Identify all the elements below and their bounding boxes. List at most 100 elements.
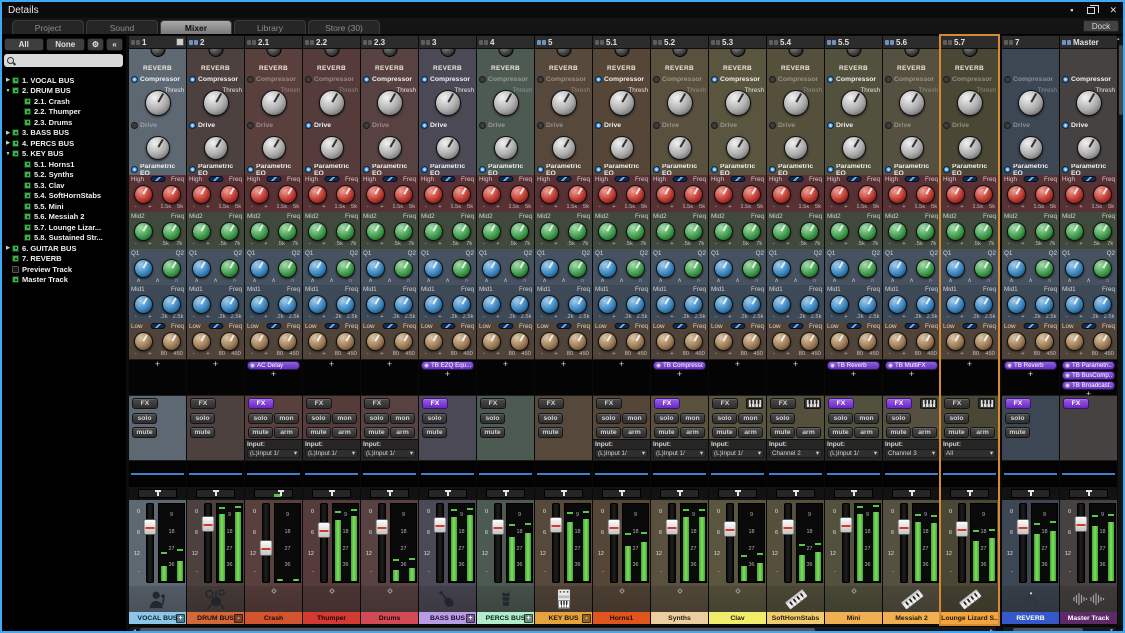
eq-gain-knob[interactable]: [1007, 259, 1026, 278]
pan-track[interactable]: [254, 489, 293, 498]
eq-freq-knob[interactable]: [452, 332, 471, 351]
pan-track[interactable]: [776, 489, 815, 498]
eq-freq-knob[interactable]: [1093, 185, 1112, 204]
add-plugin-button[interactable]: +: [445, 371, 450, 378]
track-name-label[interactable]: Thumper: [303, 612, 360, 624]
plugin-list[interactable]: +: [709, 359, 766, 396]
reverb-send[interactable]: REVERB: [129, 49, 186, 74]
eq-freq-knob[interactable]: [510, 222, 529, 241]
strip-header[interactable]: 1: [129, 36, 186, 49]
eq-freq-knob[interactable]: [336, 222, 355, 241]
eq-freq-knob[interactable]: [858, 332, 877, 351]
plugin-list[interactable]: TB Reverb+: [1002, 359, 1059, 396]
pan-track[interactable]: [834, 489, 873, 498]
eq-shape-slider[interactable]: [556, 176, 571, 182]
fx-button[interactable]: FX: [248, 398, 274, 409]
reverb-send[interactable]: REVERB: [187, 49, 244, 74]
eq-gain-knob[interactable]: [424, 332, 443, 351]
power-icon[interactable]: [1062, 122, 1069, 129]
strip-header[interactable]: 2: [187, 36, 244, 49]
eq-gain-knob[interactable]: [946, 295, 965, 314]
eq-gain-knob[interactable]: [424, 259, 443, 278]
eq-freq-knob[interactable]: [394, 259, 413, 278]
input-select[interactable]: Channel 3▾: [885, 449, 938, 458]
eq-freq-knob[interactable]: [626, 295, 645, 314]
drive-knob[interactable]: [146, 136, 170, 160]
power-icon[interactable]: [247, 122, 254, 129]
eq-freq-knob[interactable]: [162, 295, 181, 314]
search-input[interactable]: [17, 56, 120, 65]
reverb-send-knob[interactable]: [904, 49, 919, 57]
eq-freq-knob[interactable]: [1093, 222, 1112, 241]
eq-freq-knob[interactable]: [800, 222, 819, 241]
compressor-header[interactable]: Compressor: [1060, 74, 1117, 85]
drive-header[interactable]: Drive: [129, 120, 186, 131]
reverb-send-knob[interactable]: [788, 49, 803, 57]
reverb-send[interactable]: REVERB: [883, 49, 940, 74]
pan-track[interactable]: [370, 489, 409, 498]
eq-header[interactable]: Parametric EQ: [651, 164, 708, 175]
eq-gain-knob[interactable]: [366, 222, 385, 241]
track-checkbox[interactable]: [24, 108, 31, 115]
strip-header[interactable]: 3: [419, 36, 476, 49]
fx-button[interactable]: FX: [132, 398, 158, 409]
solo-button[interactable]: solo: [712, 413, 737, 424]
eq-gain-knob[interactable]: [308, 222, 327, 241]
eq-freq-knob[interactable]: [916, 295, 935, 314]
pan-track[interactable]: [660, 489, 699, 498]
pan-handle[interactable]: [389, 491, 392, 496]
reverb-send[interactable]: REVERB: [709, 49, 766, 74]
eq-gain-knob[interactable]: [192, 185, 211, 204]
eq-gain-knob[interactable]: [540, 332, 559, 351]
sidebar-item[interactable]: 5.6. Messiah 2: [2, 212, 125, 223]
pan-handle[interactable]: [1030, 491, 1033, 496]
eq-gain-knob[interactable]: [192, 259, 211, 278]
select-all-button[interactable]: All: [4, 38, 44, 51]
fx-button[interactable]: FX: [596, 398, 622, 409]
drive-header[interactable]: Drive: [477, 120, 534, 131]
power-icon[interactable]: [711, 76, 718, 83]
plugin-chip[interactable]: TB BusComp...: [1062, 371, 1115, 380]
monitor-button[interactable]: mon: [332, 413, 357, 424]
eq-shape-slider[interactable]: [324, 176, 339, 182]
strip-header[interactable]: 5.3: [709, 36, 766, 49]
compressor-header[interactable]: Compressor: [477, 74, 534, 85]
input-select[interactable]: Channel 2▾: [769, 449, 822, 458]
power-icon[interactable]: [827, 122, 834, 129]
eq-gain-knob[interactable]: [482, 185, 501, 204]
fader-track[interactable]: [1019, 503, 1027, 583]
sidebar-item[interactable]: 5.2. Synths: [2, 170, 125, 181]
reverb-send[interactable]: REVERB: [767, 49, 824, 74]
fx-button[interactable]: FX: [712, 398, 738, 409]
add-plugin-button[interactable]: +: [503, 361, 508, 368]
eq-freq-knob[interactable]: [452, 295, 471, 314]
fader-track[interactable]: [900, 503, 908, 583]
tab-sound[interactable]: Sound: [86, 20, 158, 34]
eq-freq-knob[interactable]: [278, 332, 297, 351]
mute-button[interactable]: mute: [190, 427, 215, 438]
pan-track[interactable]: [138, 489, 177, 498]
eq-freq-knob[interactable]: [162, 185, 181, 204]
fx-button[interactable]: FX: [190, 398, 216, 409]
eq-gain-knob[interactable]: [540, 295, 559, 314]
reverb-send-knob[interactable]: [382, 49, 397, 57]
pan-control[interactable]: [651, 487, 708, 500]
eq-gain-knob[interactable]: [134, 185, 153, 204]
track-name-label[interactable]: Clav: [709, 612, 766, 624]
eq-gain-knob[interactable]: [830, 222, 849, 241]
power-icon[interactable]: [1004, 122, 1011, 129]
pan-track[interactable]: [544, 489, 583, 498]
reverb-send[interactable]: REVERB: [593, 49, 650, 74]
reverb-send-knob[interactable]: [208, 49, 223, 57]
track-checkbox[interactable]: [12, 150, 19, 157]
eq-shape-slider[interactable]: [1081, 176, 1096, 182]
drive-header[interactable]: Drive: [825, 120, 882, 131]
add-plugin-button[interactable]: +: [735, 361, 740, 368]
track-checkbox[interactable]: [24, 234, 31, 241]
fx-button[interactable]: FX: [886, 398, 912, 409]
eq-freq-knob[interactable]: [742, 185, 761, 204]
fader-cap[interactable]: [1074, 516, 1087, 532]
drive-header[interactable]: Drive: [1060, 120, 1117, 131]
eq-shape-slider[interactable]: [440, 176, 455, 182]
eq-gain-knob[interactable]: [946, 222, 965, 241]
